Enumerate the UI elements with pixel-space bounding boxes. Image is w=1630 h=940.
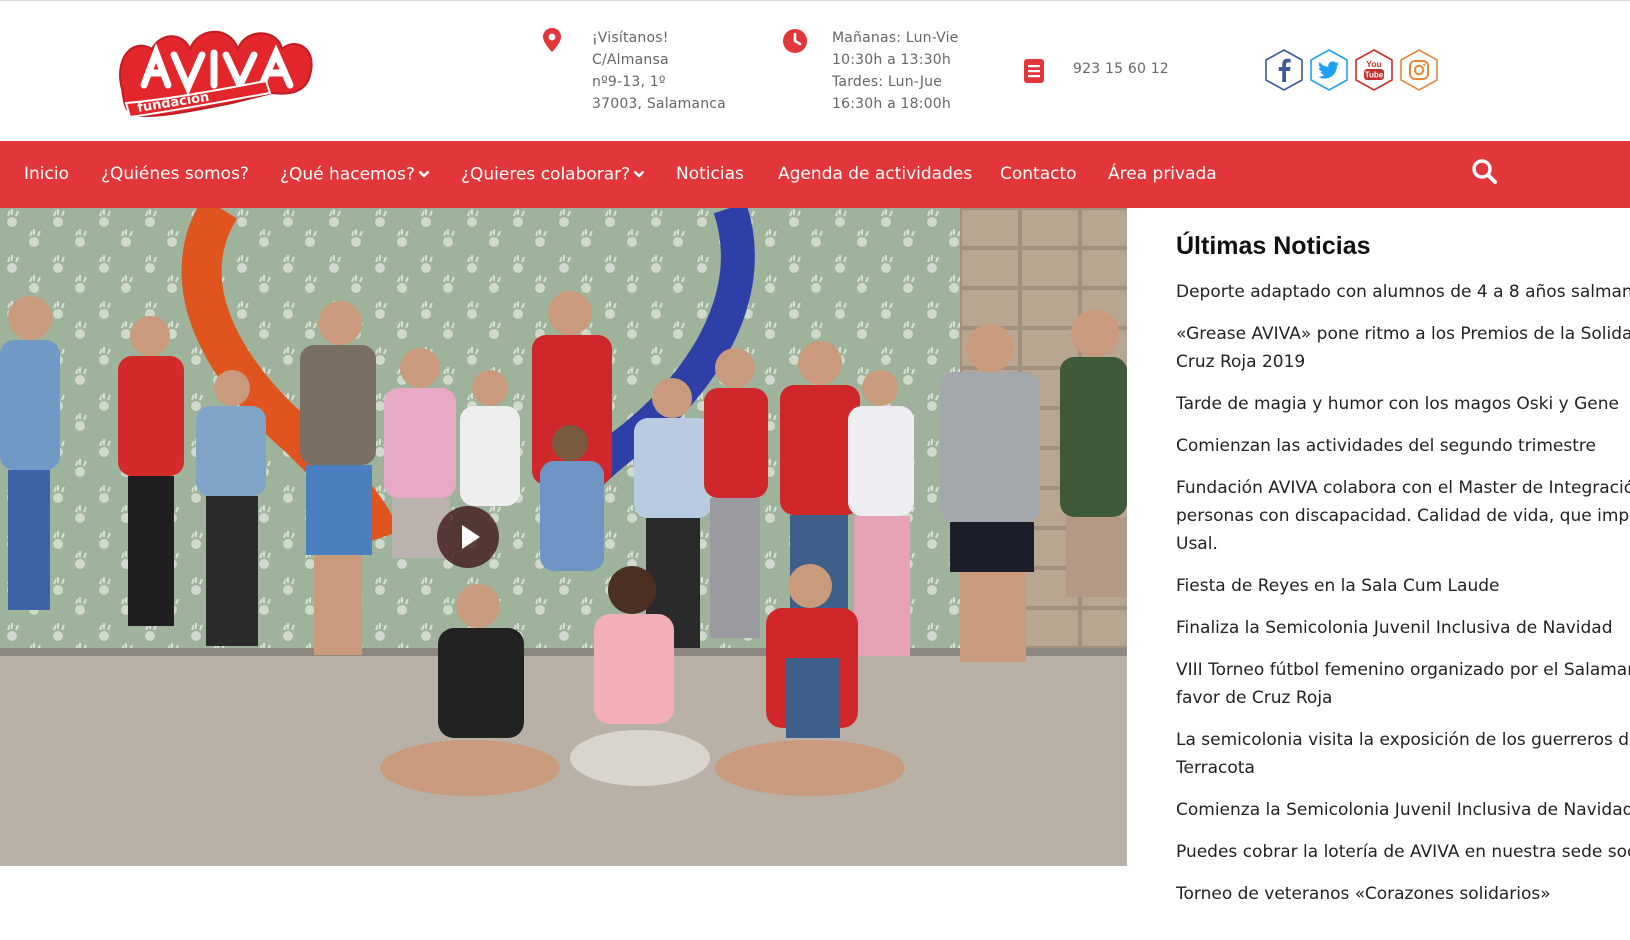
nav-item-area-privada[interactable]: Área privada [1108,141,1217,208]
facebook-icon[interactable] [1264,48,1304,92]
site-header: fundación ¡Visítanos! C/Almansa nº9-13, … [0,1,1630,141]
phone-number[interactable]: 923 15 60 12 [1073,58,1169,80]
chevron-down-icon [633,141,645,208]
hours-line: Tardes: Lun-Jue [832,74,943,90]
news-list: Deporte adaptado con alumnos de 4 a 8 añ… [1176,278,1630,922]
news-item-text: personas con discapacidad. Calidad de vi… [1176,506,1630,526]
nav-item-label: ¿Qué hacemos? [280,164,415,185]
twitter-icon[interactable] [1309,48,1349,92]
news-item[interactable]: Fiesta de Reyes en la Sala Cum Laude [1176,572,1630,600]
news-item-text: VIII Torneo fútbol femenino organizado p… [1176,660,1630,680]
news-item-text: Fundación AVIVA colabora con el Master d… [1176,478,1630,498]
news-item[interactable]: Puedes cobrar la lotería de AVIVA en nue… [1176,838,1630,866]
news-item-text: Comienzan las actividades del segundo tr… [1176,436,1596,456]
instagram-icon[interactable] [1399,48,1439,92]
news-item[interactable]: «Grease AVIVA» pone ritmo a los Premios … [1176,320,1630,376]
play-icon [462,525,480,549]
nav-item-label: Inicio [24,164,69,184]
nav-item-label: ¿Quiénes somos? [101,164,249,184]
news-item[interactable]: Deporte adaptado con alumnos de 4 a 8 añ… [1176,278,1630,306]
news-item[interactable]: VIII Torneo fútbol femenino organizado p… [1176,656,1630,712]
latest-news-sidebar: Últimas Noticias Deporte adaptado con al… [1176,208,1630,940]
search-icon[interactable] [1470,157,1500,187]
hours-block: Mañanas: Lun-Vie 10:30h a 13:30h Tardes:… [832,27,959,115]
news-item-text: Finaliza la Semicolonia Juvenil Inclusiv… [1176,618,1613,638]
news-item-text: «Grease AVIVA» pone ritmo a los Premios … [1176,324,1630,344]
hero-video[interactable] [0,208,1127,866]
news-item[interactable]: Tarde de magia y humor con los magos Osk… [1176,390,1630,418]
nav-item-quienes-somos[interactable]: ¿Quiénes somos? [101,141,249,208]
clock-icon [782,28,808,58]
news-item[interactable]: Fundación AVIVA colabora con el Master d… [1176,474,1630,558]
nav-item-agenda[interactable]: Agenda de actividades [778,141,972,208]
youtube-icon[interactable]: You Tube [1354,48,1394,92]
nav-item-label: Área privada [1108,164,1217,184]
address-line: C/Almansa [592,52,669,68]
nav-item-inicio[interactable]: Inicio [24,141,69,208]
news-item-text: Tarde de magia y humor con los magos Osk… [1176,394,1619,414]
news-item[interactable]: Comienza la Semicolonia Juvenil Inclusiv… [1176,796,1630,824]
play-button[interactable] [437,506,499,568]
svg-text:You: You [1366,59,1381,69]
sidebar-title: Últimas Noticias [1176,232,1371,260]
news-item-text: Deporte adaptado con alumnos de 4 a 8 añ… [1176,282,1630,302]
address-line: ¡Visítanos! [592,30,669,46]
nav-item-noticias[interactable]: Noticias [676,141,744,208]
group-photo [0,208,1127,866]
nav-item-que-hacemos[interactable]: ¿Qué hacemos? [280,141,430,208]
news-item-text: favor de Cruz Roja [1176,688,1333,708]
map-marker-icon [542,27,562,57]
address-line: 37003, Salamanca [592,96,726,112]
news-item[interactable]: Finaliza la Semicolonia Juvenil Inclusiv… [1176,614,1630,642]
news-item-text: Fiesta de Reyes en la Sala Cum Laude [1176,576,1500,596]
news-item[interactable]: Torneo de veteranos «Corazones solidario… [1176,880,1630,908]
news-item-text: Comienza la Semicolonia Juvenil Inclusiv… [1176,800,1630,820]
nav-item-label: ¿Quieres colaborar? [461,164,631,185]
news-item-text: Torneo de veteranos «Corazones solidario… [1176,884,1551,904]
news-item[interactable]: Comienzan las actividades del segundo tr… [1176,432,1630,460]
hours-line: Mañanas: Lun-Vie [832,30,959,46]
nav-item-label: Agenda de actividades [778,164,973,184]
news-item-text: Terracota [1176,758,1255,778]
aviva-logo[interactable]: fundación [112,19,322,127]
hours-line: 10:30h a 13:30h [832,52,951,68]
nav-item-contacto[interactable]: Contacto [1000,141,1077,208]
news-item-text: Usal. [1176,534,1218,554]
address-block: ¡Visítanos! C/Almansa nº9-13, 1º 37003, … [592,27,726,115]
nav-item-quieres-colaborar[interactable]: ¿Quieres colaborar? [461,141,645,208]
hours-line: 16:30h a 18:00h [832,96,951,112]
news-item-text: La semicolonia visita la exposición de l… [1176,730,1630,750]
phone-book-icon [1023,58,1045,88]
chevron-down-icon [418,141,430,208]
address-line: nº9-13, 1º [592,74,666,90]
nav-item-label: Noticias [676,164,744,184]
news-item-text: Puedes cobrar la lotería de AVIVA en nue… [1176,842,1630,862]
news-item[interactable]: La semicolonia visita la exposición de l… [1176,726,1630,782]
nav-item-label: Contacto [1000,164,1077,184]
news-item-text: Cruz Roja 2019 [1176,352,1306,372]
main-navigation: Inicio ¿Quiénes somos? ¿Qué hacemos? ¿Qu… [0,141,1630,208]
svg-text:Tube: Tube [1365,71,1384,80]
